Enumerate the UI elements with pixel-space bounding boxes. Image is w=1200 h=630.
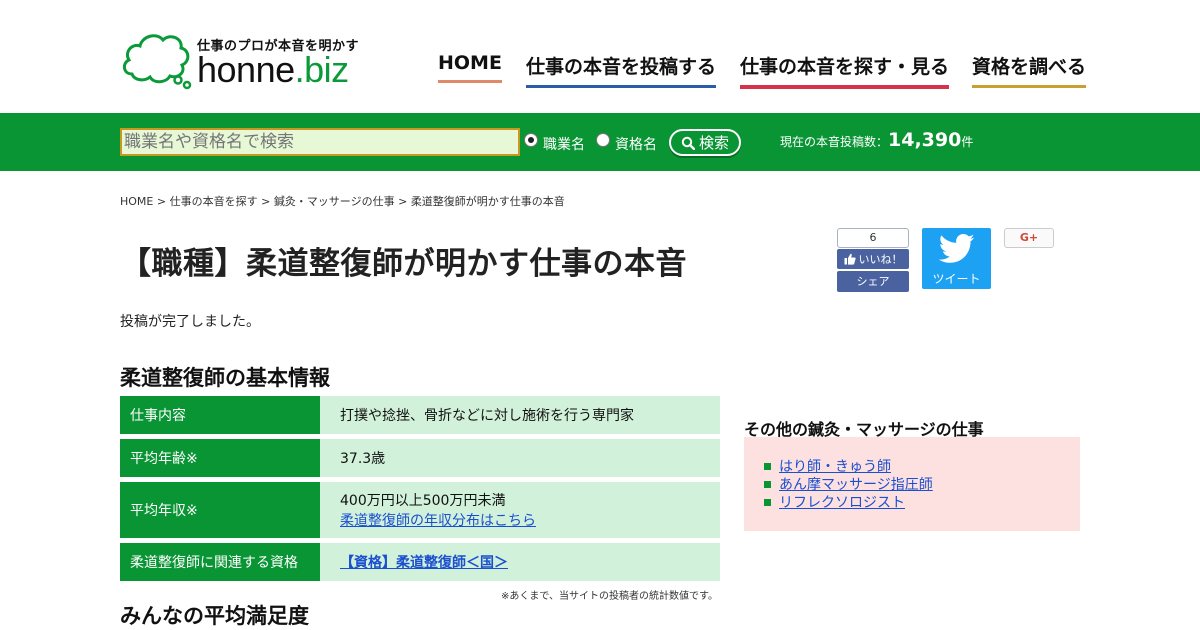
info-row-average-age: 平均年齢※ 37.3歳 bbox=[120, 439, 720, 477]
sidebar-link[interactable]: リフレクソロジスト bbox=[779, 492, 905, 512]
breadcrumb: HOME > 仕事の本音を探す > 鍼灸・マッサージの仕事 > 柔道整復師が明か… bbox=[120, 193, 565, 209]
facebook-like-button[interactable]: いいね！ bbox=[837, 249, 909, 269]
tweet-label: ツイート bbox=[932, 272, 981, 286]
post-count-value: 14,390 bbox=[888, 129, 962, 151]
facebook-share-button[interactable]: シェア bbox=[837, 271, 909, 292]
qualification-link[interactable]: 【資格】柔道整復師＜国＞ bbox=[340, 552, 720, 572]
post-count-prefix: 現在の本音投稿数： bbox=[780, 135, 889, 149]
info-value: 400万円以上500万円未満 柔道整復師の年収分布はこちら bbox=[320, 482, 720, 538]
radio-job-name[interactable] bbox=[524, 133, 538, 147]
info-label: 平均年収※ bbox=[120, 482, 328, 538]
nav-post-honne[interactable]: 仕事の本音を投稿する bbox=[526, 52, 717, 88]
bullet-icon bbox=[764, 480, 771, 488]
info-label: 柔道整復師に関連する資格 bbox=[120, 543, 328, 581]
info-row-average-income: 平均年収※ 400万円以上500万円未満 柔道整復師の年収分布はこちら bbox=[120, 482, 720, 538]
page-title: 【職種】柔道整復師が明かす仕事の本音 bbox=[120, 246, 687, 282]
breadcrumb-separator: > bbox=[153, 195, 170, 208]
search-icon bbox=[681, 136, 695, 150]
status-message: 投稿が完了しました。 bbox=[120, 314, 260, 330]
facebook-widget: 6 いいね！ シェア bbox=[837, 228, 909, 292]
info-label: 平均年齢※ bbox=[120, 439, 328, 477]
info-row-related-qualification: 柔道整復師に関連する資格 【資格】柔道整復師＜国＞ bbox=[120, 543, 720, 581]
info-value: 打撲や捻挫、骨折などに対し施術を行う専門家 bbox=[320, 396, 720, 434]
satisfaction-title: みんなの平均満足度 bbox=[120, 604, 309, 628]
radio-qualification-name[interactable] bbox=[596, 133, 610, 147]
list-item: はり師・きゅう師 bbox=[764, 457, 1080, 475]
info-value-text: 37.3歳 bbox=[340, 451, 386, 467]
list-item: リフレクソロジスト bbox=[764, 493, 1080, 511]
list-item: あん摩マッサージ指圧師 bbox=[764, 475, 1080, 493]
breadcrumb-category[interactable]: 鍼灸・マッサージの仕事 bbox=[274, 195, 395, 208]
radio-job-name-label[interactable]: 職業名 bbox=[543, 134, 585, 154]
twitter-bird-icon bbox=[939, 234, 975, 263]
bullet-icon bbox=[764, 498, 771, 506]
search-input[interactable] bbox=[120, 128, 520, 156]
search-button[interactable]: 検索 bbox=[669, 129, 741, 156]
thumbs-up-icon bbox=[844, 253, 856, 265]
radio-qualification-name-label[interactable]: 資格名 bbox=[615, 134, 657, 154]
post-count-suffix: 件 bbox=[961, 135, 974, 149]
nav-home[interactable]: HOME bbox=[438, 52, 502, 83]
info-value-text: 打撲や捻挫、骨折などに対し施術を行う専門家 bbox=[340, 408, 634, 424]
info-label: 仕事内容 bbox=[120, 396, 328, 434]
income-distribution-link[interactable]: 柔道整復師の年収分布はこちら bbox=[340, 510, 720, 530]
post-count: 現在の本音投稿数：14,390件 bbox=[780, 127, 973, 155]
main-nav: HOME 仕事の本音を投稿する 仕事の本音を探す・見る 資格を調べる bbox=[0, 52, 1200, 92]
info-value-text: 400万円以上500万円未満 bbox=[340, 493, 506, 509]
info-value: 【資格】柔道整復師＜国＞ bbox=[320, 543, 720, 581]
nav-qualifications[interactable]: 資格を調べる bbox=[972, 52, 1087, 88]
sidebar-link[interactable]: あん摩マッサージ指圧師 bbox=[779, 474, 933, 494]
search-bar: 職業名 資格名 検索 現在の本音投稿数：14,390件 bbox=[0, 113, 1200, 171]
breadcrumb-current: 柔道整復師が明かす仕事の本音 bbox=[410, 195, 565, 208]
sidebar-link[interactable]: はり師・きゅう師 bbox=[779, 456, 891, 476]
info-row-job-content: 仕事内容 打撲や捻挫、骨折などに対し施術を行う専門家 bbox=[120, 396, 720, 434]
breadcrumb-separator: > bbox=[394, 195, 411, 208]
facebook-like-label: いいね！ bbox=[858, 253, 903, 266]
facebook-like-count: 6 bbox=[837, 228, 909, 248]
breadcrumb-find-honne[interactable]: 仕事の本音を探す bbox=[170, 195, 258, 208]
basic-info-title: 柔道整復師の基本情報 bbox=[120, 366, 330, 390]
sidebar-job-list: はり師・きゅう師 あん摩マッサージ指圧師 リフレクソロジスト bbox=[744, 437, 1080, 531]
search-button-label: 検索 bbox=[698, 134, 729, 152]
nav-find-honne[interactable]: 仕事の本音を探す・見る bbox=[740, 52, 950, 89]
info-value: 37.3歳 bbox=[320, 439, 720, 477]
bullet-icon bbox=[764, 462, 771, 470]
google-plus-button[interactable]: G+ bbox=[1004, 228, 1054, 248]
site-header: 仕事のプロが本音を明かす honne.biz HOME 仕事の本音を投稿する 仕… bbox=[0, 0, 1200, 113]
tweet-button[interactable]: ツイート bbox=[922, 228, 991, 289]
breadcrumb-home[interactable]: HOME bbox=[120, 195, 153, 208]
breadcrumb-separator: > bbox=[257, 195, 274, 208]
